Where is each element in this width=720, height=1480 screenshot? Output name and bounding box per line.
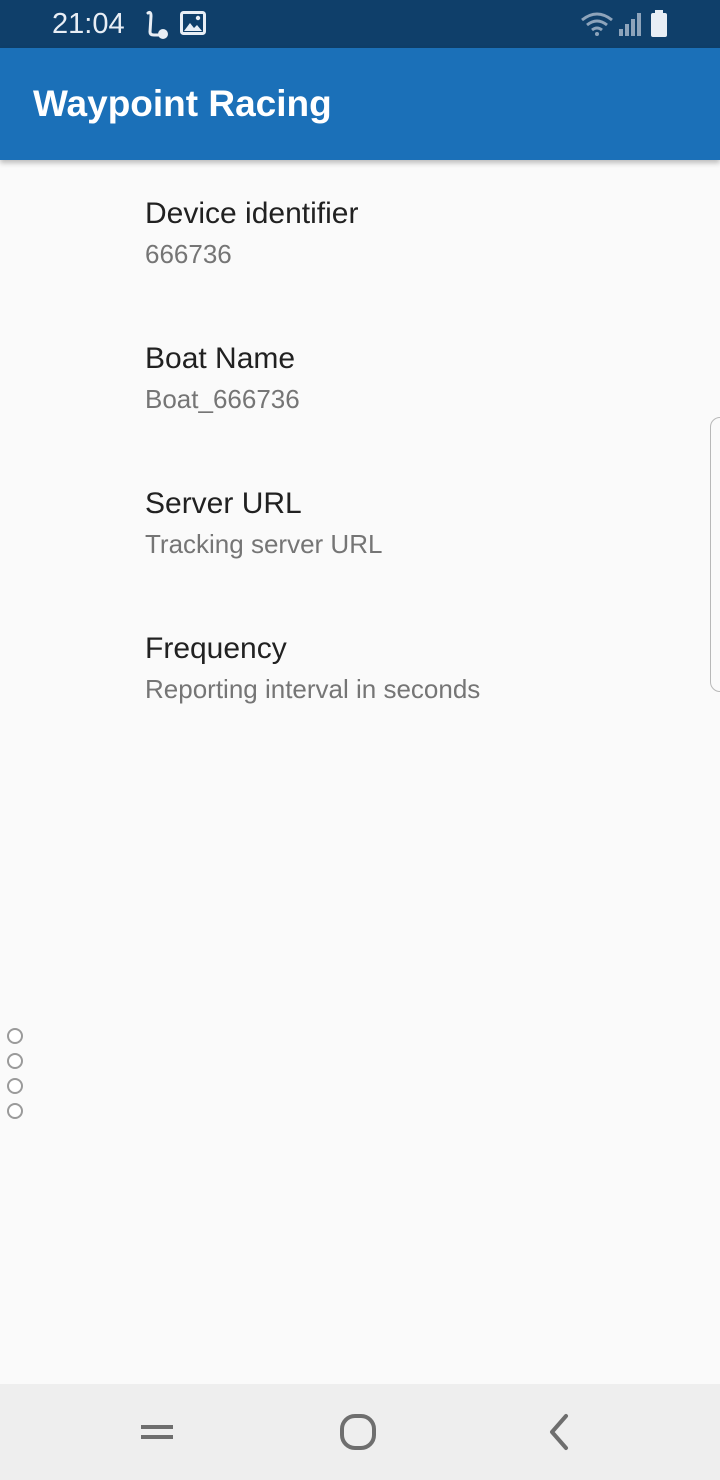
dot-icon xyxy=(7,1103,23,1119)
dot-icon xyxy=(7,1078,23,1094)
back-icon[interactable] xyxy=(536,1408,584,1456)
app-title: Waypoint Racing xyxy=(33,83,332,124)
pref-summary: Tracking server URL xyxy=(145,529,383,559)
pref-summary: Reporting interval in seconds xyxy=(145,674,481,704)
pref-item-boat-name[interactable]: Boat Name Boat_666736 xyxy=(0,305,720,450)
signal-icon xyxy=(618,12,642,41)
battery-icon xyxy=(650,10,668,43)
app-bar: Waypoint Racing xyxy=(0,48,720,160)
dot-icon xyxy=(7,1053,23,1069)
recent-apps-icon[interactable] xyxy=(133,1408,181,1456)
preference-list: Device identifier 666736 Boat Name Boat_… xyxy=(0,160,720,740)
status-bar: 21:04 xyxy=(0,0,720,48)
pref-item-frequency[interactable]: Frequency Reporting interval in seconds xyxy=(0,595,720,740)
pref-item-server-url[interactable]: Server URL Tracking server URL xyxy=(0,450,720,595)
pref-summary: 666736 xyxy=(145,239,232,269)
wifi-icon xyxy=(580,12,614,41)
pref-item-device-identifier[interactable]: Device identifier 666736 xyxy=(0,160,720,305)
image-icon xyxy=(180,10,206,41)
pref-title: Frequency xyxy=(145,632,287,665)
floating-dots-handle[interactable] xyxy=(7,1028,27,1128)
pref-title: Device identifier xyxy=(145,197,359,230)
pref-title: Boat Name xyxy=(145,342,296,375)
pref-summary: Boat_666736 xyxy=(145,384,300,414)
dot-icon xyxy=(7,1028,23,1044)
notification-l-icon xyxy=(142,10,170,45)
pref-title: Server URL xyxy=(145,487,302,520)
navigation-bar xyxy=(0,1384,720,1480)
edge-panel-handle[interactable] xyxy=(710,417,720,692)
home-icon[interactable] xyxy=(334,1408,382,1456)
status-time: 21:04 xyxy=(52,8,125,40)
